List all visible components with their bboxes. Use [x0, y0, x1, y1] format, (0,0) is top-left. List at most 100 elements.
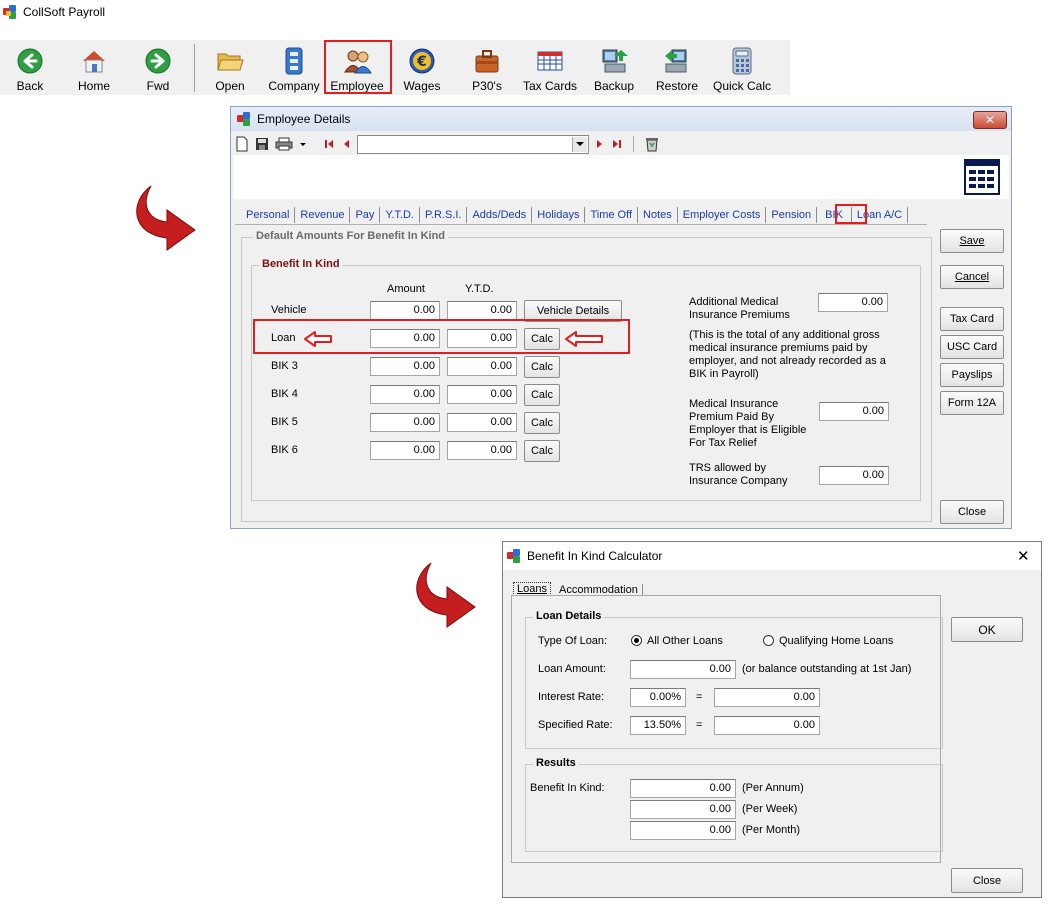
save-disk-icon[interactable] [255, 137, 269, 151]
tab-prsi[interactable]: P.R.S.I. [420, 207, 468, 223]
additional-medical-premiums-field[interactable]: 0.00 [818, 293, 888, 312]
first-record-icon[interactable] [323, 138, 335, 150]
employee-tabs: Personal Revenue Pay Y.T.D. P.R.S.I. Add… [241, 207, 909, 223]
employee-selector-dropdown[interactable] [357, 134, 589, 154]
medical-note-line3: employer, and not already recorded as a [689, 355, 886, 367]
company-label: Company [268, 79, 320, 93]
grid-table-icon [964, 159, 1000, 195]
collsoft-logo-icon [237, 112, 251, 126]
backup-button[interactable]: Backup [592, 40, 636, 95]
main-toolbar: Back Home Fwd Open Company Employee € Wa… [0, 40, 790, 95]
bik-calculator-window: Benefit In Kind Calculator ✕ Loans Accom… [502, 541, 1042, 898]
qualifying-home-loans-label: Qualifying Home Loans [779, 635, 894, 647]
bik4-calc-button[interactable]: Calc [524, 384, 560, 406]
close-button[interactable]: Close [940, 500, 1004, 524]
all-other-loans-radio[interactable] [631, 635, 642, 646]
home-label: Home [77, 79, 110, 93]
cancel-button[interactable]: Cancel [940, 265, 1004, 289]
bik5-calc-button[interactable]: Calc [524, 412, 560, 434]
bik6-amount-field[interactable]: 0.00 [370, 441, 440, 460]
close-icon[interactable]: ✕ [1017, 547, 1030, 565]
tab-ytd[interactable]: Y.T.D. [380, 207, 420, 223]
home-button[interactable]: Home [73, 40, 115, 95]
tab-notes[interactable]: Notes [638, 207, 678, 223]
payslips-button[interactable]: Payslips [940, 363, 1004, 387]
window-title: Employee Details [257, 112, 351, 126]
back-arrow-icon [15, 45, 45, 77]
tab-revenue[interactable]: Revenue [295, 207, 351, 223]
window-close-button[interactable]: ✕ [973, 111, 1007, 129]
wages-button[interactable]: € Wages [400, 40, 444, 95]
interest-rate-field[interactable]: 0.00% [630, 688, 686, 707]
bik3-ytd-field[interactable]: 0.00 [447, 357, 517, 376]
specified-result-field: 0.00 [714, 716, 820, 735]
red-curved-arrow-icon [136, 185, 196, 251]
tab-employer-costs[interactable]: Employer Costs [678, 207, 767, 223]
tax-cards-grid-icon [535, 45, 565, 77]
bik6-ytd-field[interactable]: 0.00 [447, 441, 517, 460]
window-header-area [233, 155, 1009, 199]
interest-result-field: 0.00 [714, 688, 820, 707]
tax-card-button[interactable]: Tax Card [940, 307, 1004, 331]
vehicle-amount-field[interactable]: 0.00 [370, 301, 440, 320]
previous-record-icon[interactable] [341, 138, 351, 150]
tab-time-off[interactable]: Time Off [585, 207, 639, 223]
back-label: Back [16, 79, 44, 93]
quick-calc-button[interactable]: Quick Calc [710, 40, 774, 95]
restore-button[interactable]: Restore [655, 40, 699, 95]
new-document-icon[interactable] [235, 136, 249, 152]
tab-underline [235, 224, 927, 225]
tab-pay[interactable]: Pay [350, 207, 381, 223]
print-icon[interactable] [275, 137, 293, 151]
print-dropdown-icon[interactable] [299, 137, 307, 151]
tab-personal[interactable]: Personal [241, 207, 296, 223]
next-record-icon[interactable] [595, 138, 605, 150]
tab-adds-deds[interactable]: Adds/Deds [467, 207, 533, 223]
ok-button[interactable]: OK [951, 617, 1023, 642]
loan-amount-field[interactable]: 0.00 [630, 660, 736, 679]
tab-holidays[interactable]: Holidays [532, 207, 586, 223]
window-title: Benefit In Kind Calculator [527, 549, 663, 563]
per-week-label: (Per Week) [742, 803, 798, 815]
quick-calc-label: Quick Calc [712, 79, 771, 93]
folder-icon [215, 45, 245, 77]
medical-premium-field[interactable]: 0.00 [819, 402, 889, 421]
tax-cards-button[interactable]: Tax Cards [522, 40, 578, 95]
trs-field[interactable]: 0.00 [819, 466, 889, 485]
close-button[interactable]: Close [951, 868, 1023, 893]
additional-medical-label-line1: Additional Medical [689, 296, 779, 308]
bik5-amount-field[interactable]: 0.00 [370, 413, 440, 432]
tab-loans[interactable]: Loans [513, 582, 551, 596]
all-other-loans-label: All Other Loans [647, 635, 723, 647]
bik5-label: BIK 5 [271, 416, 298, 428]
qualifying-home-loans-radio[interactable] [763, 635, 774, 646]
toolbar-separator [194, 44, 195, 92]
back-button[interactable]: Back [10, 40, 50, 95]
form-12a-button[interactable]: Form 12A [940, 391, 1004, 415]
recycle-bin-icon[interactable] [644, 136, 660, 152]
benefit-in-kind-caption: Benefit In Kind [259, 258, 343, 270]
forward-button[interactable]: Fwd [140, 40, 176, 95]
save-button[interactable]: Save [940, 229, 1004, 253]
chevron-down-icon[interactable] [572, 136, 587, 152]
wages-label: Wages [403, 79, 441, 93]
last-record-icon[interactable] [611, 138, 623, 150]
results-caption: Results [533, 757, 579, 769]
tab-pension[interactable]: Pension [766, 207, 818, 223]
bik4-ytd-field[interactable]: 0.00 [447, 385, 517, 404]
specified-rate-field[interactable]: 13.50% [630, 716, 686, 735]
bik5-ytd-field[interactable]: 0.00 [447, 413, 517, 432]
bik4-amount-field[interactable]: 0.00 [370, 385, 440, 404]
company-button[interactable]: Company [266, 40, 322, 95]
restore-computer-icon [662, 45, 692, 77]
medical-note-line1: (This is the total of any additional gro… [689, 329, 880, 341]
bik3-amount-field[interactable]: 0.00 [370, 357, 440, 376]
p30s-button[interactable]: P30's [467, 40, 507, 95]
bik6-calc-button[interactable]: Calc [524, 440, 560, 462]
medical-premium-label-line2: Premium Paid By [689, 411, 774, 423]
bik3-calc-button[interactable]: Calc [524, 356, 560, 378]
vehicle-ytd-field[interactable]: 0.00 [447, 301, 517, 320]
interest-rate-label: Interest Rate: [538, 691, 605, 703]
usc-card-button[interactable]: USC Card [940, 335, 1004, 359]
open-button[interactable]: Open [211, 40, 249, 95]
